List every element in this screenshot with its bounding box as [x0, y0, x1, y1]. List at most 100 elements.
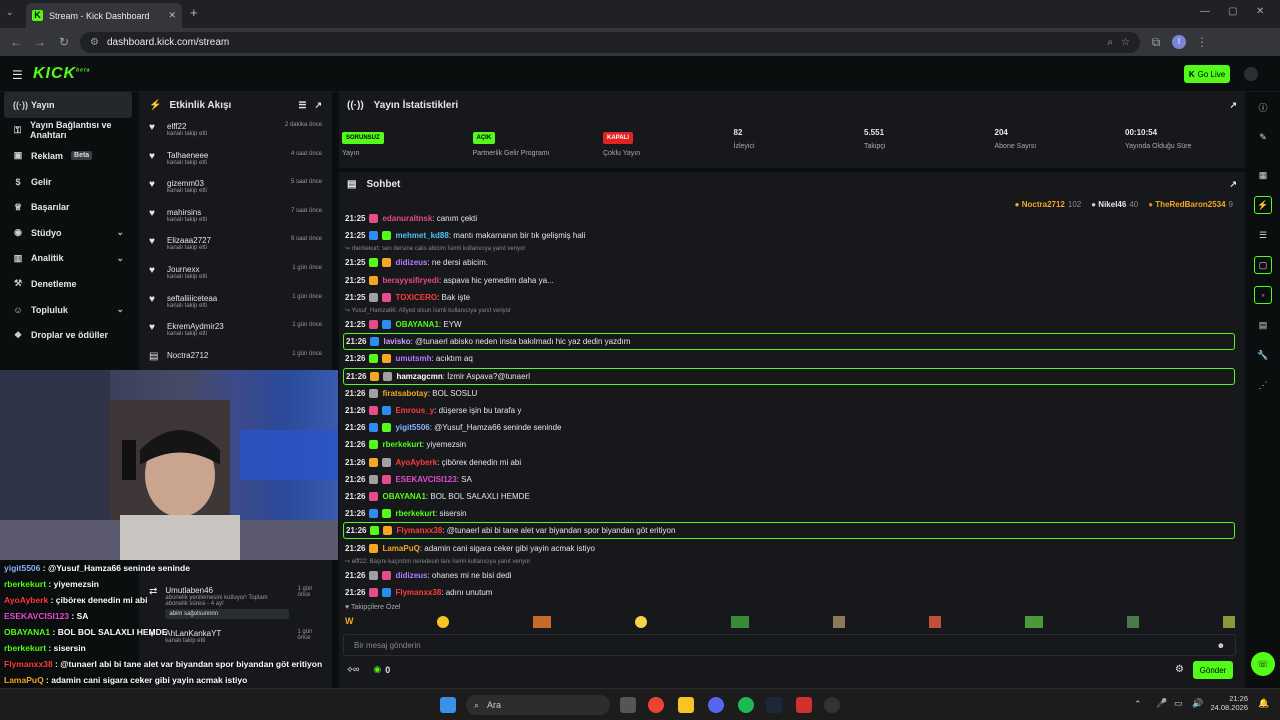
forward-icon[interactable]: → [32, 35, 48, 49]
nav-item[interactable]: ▣ Reklam Beta [0, 143, 138, 169]
activity-username[interactable]: Talhaeneee [167, 151, 208, 160]
chat-username[interactable]: hamzagcmn [396, 372, 442, 381]
activity-username[interactable]: Noctra2712 [167, 351, 208, 360]
stats-toggle-icon[interactable]: ◦ [1254, 286, 1272, 304]
nav-item[interactable]: ((·)) Yayın [4, 92, 132, 118]
emoji-icon[interactable]: ☻ [1217, 641, 1225, 650]
bookmark-star-icon[interactable]: ☆ [1121, 37, 1130, 48]
chrome-icon[interactable] [648, 697, 664, 713]
minimize-icon[interactable]: — [1200, 6, 1210, 17]
popout-icon[interactable]: ↗ [1229, 179, 1237, 190]
nav-item[interactable]: ◉ Stüdyo ⌄ [0, 220, 138, 246]
hamburger-menu-icon[interactable]: ☰ [12, 68, 23, 82]
emote-icon[interactable] [1025, 616, 1044, 628]
emote-icon[interactable] [833, 616, 846, 628]
emote-icon[interactable] [1127, 616, 1139, 628]
discord-icon[interactable] [708, 697, 724, 713]
leaderboard-entry[interactable]: ● Noctra2712 102 [1015, 200, 1082, 209]
windows-start-icon[interactable] [440, 697, 456, 713]
help-chat-icon[interactable]: ☏ [1251, 652, 1275, 676]
chat-username[interactable]: Flymanxx38 [396, 526, 442, 535]
chat-username[interactable]: Flymanxx38 [395, 588, 441, 597]
extensions-icon[interactable]: ⧉ [1148, 35, 1164, 50]
chat-username[interactable]: ESEKAVCISI123 [395, 475, 456, 484]
queue-icon[interactable]: ▤ [1254, 316, 1272, 334]
task-view-icon[interactable] [620, 697, 636, 713]
network-icon[interactable]: ▭ [1174, 698, 1183, 709]
address-bar[interactable]: ⚙ dashboard.kick.com/stream ⌕ ☆ [80, 31, 1140, 53]
nav-item[interactable]: ⚿ Yayın Bağlantısı ve Anahtarı [0, 118, 138, 144]
nav-item[interactable]: ❖ Droplar ve ödüller [0, 322, 138, 348]
site-info-icon[interactable]: ⚙ [90, 37, 99, 48]
emote-icon[interactable] [533, 616, 552, 628]
info-icon[interactable]: ⓘ [1254, 98, 1272, 116]
chat-username[interactable]: firatsabotay [382, 389, 427, 398]
chat-username[interactable]: Emrous_y [395, 406, 434, 415]
wrench-icon[interactable]: 🔧 [1254, 346, 1272, 364]
zoom-icon[interactable]: ⌕ [1107, 37, 1113, 48]
nav-item[interactable]: $ Gelir [0, 169, 138, 195]
chat-username[interactable]: didizeus [395, 571, 427, 580]
new-tab-icon[interactable]: + [190, 5, 198, 20]
chat-username[interactable]: mehmet_kd88 [395, 231, 448, 240]
popout-icon[interactable]: ↗ [314, 100, 322, 111]
chat-username[interactable]: TOXICERO [395, 293, 437, 302]
taskbar-search[interactable]: ⌕ Ara [466, 695, 610, 715]
nav-item[interactable]: ♕ Başarılar [0, 194, 138, 220]
send-button[interactable]: Gönder [1193, 661, 1233, 679]
emote-icon[interactable] [1222, 616, 1235, 628]
file-explorer-icon[interactable] [678, 697, 694, 713]
close-window-icon[interactable]: ✕ [1256, 6, 1264, 17]
activity-username[interactable]: elff22 [167, 122, 207, 131]
chat-username[interactable]: AyoAyberk [395, 458, 437, 467]
volume-icon[interactable]: 🔊 [1192, 698, 1203, 709]
chat-username[interactable]: edanuraltnsk [382, 214, 432, 223]
kick-logo[interactable]: KICKbeta [33, 65, 90, 83]
edit-icon[interactable]: ✎ [1254, 128, 1272, 146]
leaderboard-entry[interactable]: ● Nikel46 40 [1091, 200, 1138, 209]
popout-icon[interactable]: ↗ [1229, 100, 1237, 111]
chat-username[interactable]: OBAYANA1 [395, 320, 438, 329]
app-icon[interactable] [796, 697, 812, 713]
back-icon[interactable]: ← [8, 35, 24, 49]
filter-icon[interactable]: ☰ [298, 100, 306, 111]
chevron-down-icon[interactable]: ⌄ [116, 253, 124, 264]
activity-username[interactable]: gizemm03 [167, 179, 207, 188]
chat-username[interactable]: LamaPuQ [382, 544, 419, 553]
menu-dots-icon[interactable]: ⋮ [1194, 35, 1210, 49]
nav-item[interactable]: ⚒ Denetleme [0, 271, 138, 297]
activity-username[interactable]: mahirsins [167, 208, 207, 217]
chat-username[interactable]: OBAYANA1 [382, 492, 425, 501]
chat-username[interactable]: lavisko [383, 337, 410, 346]
channel-points-icon[interactable]: ⟡∞ [347, 664, 359, 675]
maximize-icon[interactable]: ▢ [1228, 6, 1237, 17]
close-tab-icon[interactable]: ✕ [168, 10, 176, 21]
emote-icon[interactable] [437, 616, 450, 628]
chat-username[interactable]: yigit5506 [395, 423, 429, 432]
clock[interactable]: 21:26 24.08.2026 [1210, 694, 1248, 712]
activity-toggle-icon[interactable]: ⚡ [1254, 196, 1272, 214]
chevron-down-icon[interactable]: ⌄ [116, 304, 124, 315]
profile-avatar[interactable]: I [1172, 35, 1186, 49]
share-icon[interactable]: ⋰ [1254, 376, 1272, 394]
reload-icon[interactable]: ↻ [56, 35, 72, 49]
chat-username[interactable]: didizeus [395, 258, 427, 267]
chat-settings-gear-icon[interactable]: ⚙ [1175, 664, 1184, 675]
microphone-icon[interactable]: 🎤 [1156, 698, 1167, 709]
steam-icon[interactable] [766, 697, 782, 713]
tray-chevron-icon[interactable]: ⌃ [1134, 699, 1142, 710]
spotify-icon[interactable] [738, 697, 754, 713]
chat-username[interactable]: rberkekurt [395, 509, 435, 518]
emote-w-icon[interactable]: W [345, 616, 354, 630]
chat-username[interactable]: rberkekurt [382, 440, 422, 449]
leaderboard-entry[interactable]: ● TheRedBaron2534 9 [1148, 200, 1233, 209]
chat-toggle-icon[interactable]: ▢ [1254, 256, 1272, 274]
user-avatar[interactable] [1244, 67, 1258, 81]
activity-username[interactable]: Journexx [167, 265, 207, 274]
emote-icon[interactable] [635, 616, 648, 628]
browser-tab[interactable]: K Stream - Kick Dashboard ✕ [26, 3, 182, 28]
notification-icon[interactable]: 🔔 [1258, 698, 1269, 709]
layout-icon[interactable]: ▦ [1254, 166, 1272, 184]
tab-search-icon[interactable]: ⌄ [6, 7, 14, 18]
nav-item[interactable]: ☺ Topluluk ⌄ [0, 297, 138, 323]
